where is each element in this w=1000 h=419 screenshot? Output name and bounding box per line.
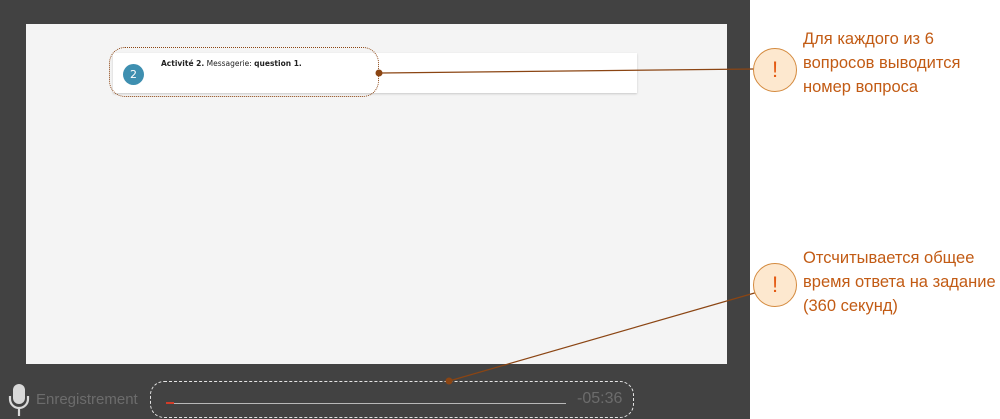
- microphone-icon: [8, 384, 30, 416]
- info-icon: !: [753, 48, 797, 92]
- recording-label: Enregistrement: [36, 391, 138, 408]
- timer-highlight: [150, 381, 634, 418]
- callout-question-text: Для каждого из 6 вопросов выводится номе…: [803, 30, 961, 96]
- info-icon: !: [753, 263, 797, 307]
- callout-timer-text: Отсчитывается общее время ответа на зада…: [803, 249, 996, 315]
- question-highlight: [109, 47, 379, 97]
